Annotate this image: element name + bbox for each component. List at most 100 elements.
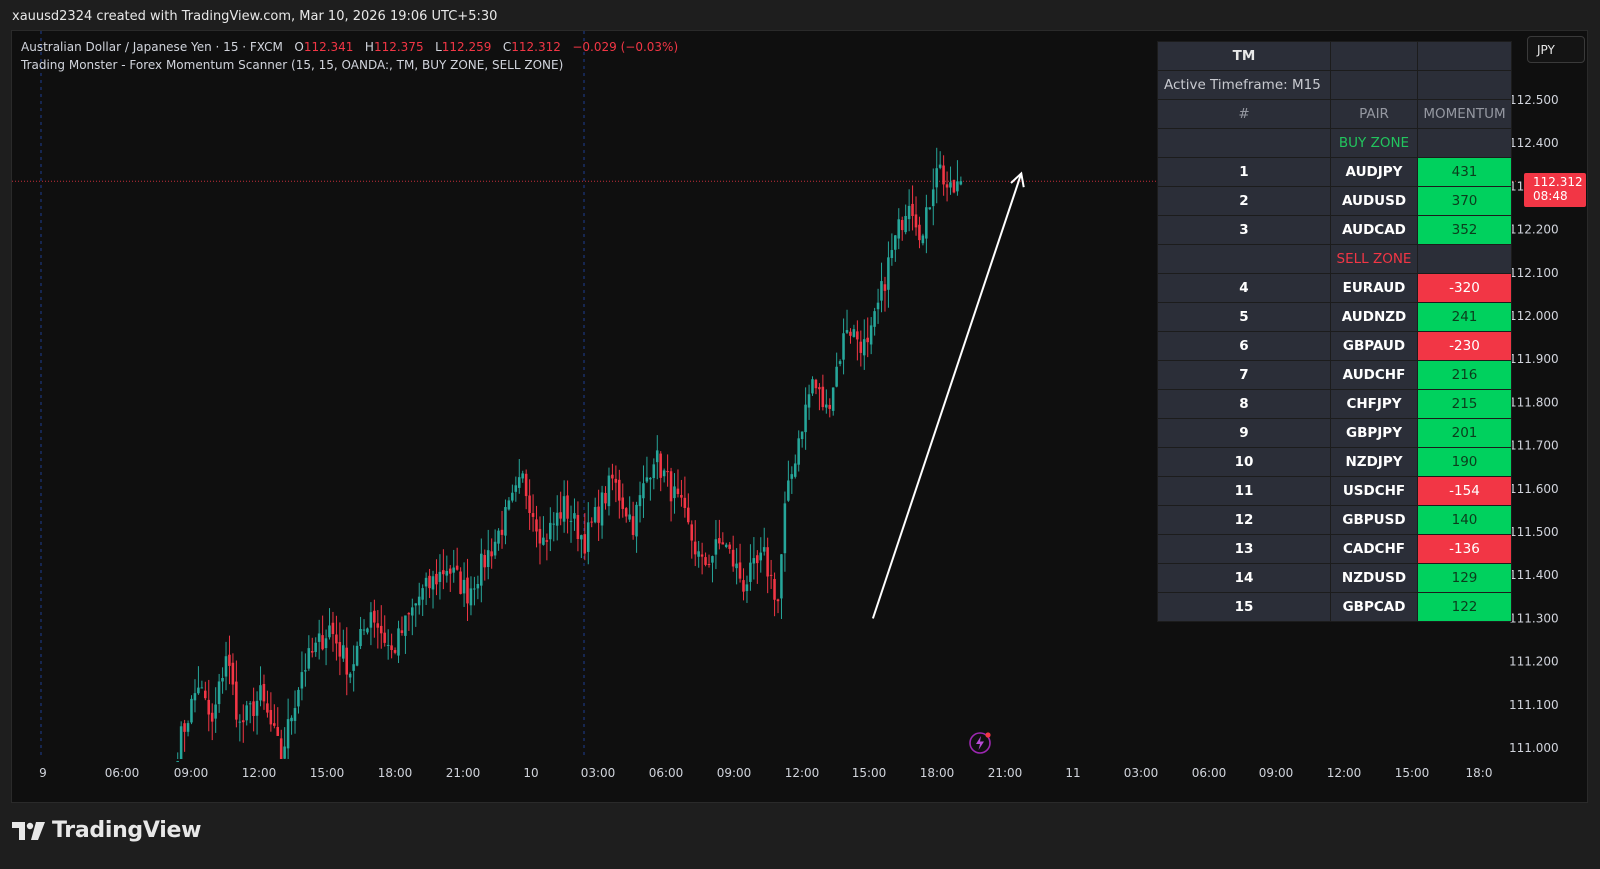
candle-body [190, 698, 193, 723]
candle [283, 727, 286, 759]
candle-body [621, 497, 624, 509]
scanner-row: 7 AUDCHF 216 [1157, 360, 1512, 390]
candle [407, 612, 411, 631]
buy-zone-row: BUY ZONE [1157, 128, 1512, 158]
tradingview-logo-icon [12, 821, 45, 840]
candle-body [614, 478, 618, 483]
scanner-row: 15 GBPCAD 122 [1157, 592, 1512, 622]
currency-button[interactable]: JPY [1527, 36, 1585, 63]
candle-body [759, 552, 762, 561]
candle-body [186, 723, 190, 732]
col-momentum: MOMENTUM [1417, 99, 1512, 129]
candle-body [852, 329, 856, 337]
candle [925, 194, 928, 254]
candle [217, 673, 221, 713]
candle-body [904, 215, 907, 233]
candle-body [469, 588, 473, 606]
pair-cell: AUDUSD [1330, 186, 1418, 216]
time-tick-label: 15:00 [852, 766, 887, 780]
candle [190, 695, 193, 725]
candle [876, 288, 880, 324]
candle-body [493, 541, 497, 556]
scanner-row: 8 CHFJPY 215 [1157, 389, 1512, 419]
candle [538, 516, 542, 565]
candle-body [887, 257, 890, 290]
candle-body [690, 524, 693, 541]
candle-body [304, 670, 307, 672]
candle [593, 497, 597, 524]
candle-body [355, 645, 359, 666]
candle [455, 547, 459, 571]
time-tick-label: 03:00 [581, 766, 616, 780]
candle-body [825, 404, 828, 408]
candle [266, 690, 269, 718]
candle [452, 549, 455, 583]
candle [459, 567, 462, 595]
candle [186, 720, 190, 737]
indicator-legend[interactable]: Trading Monster - Forex Momentum Scanner… [21, 58, 563, 72]
candle-body [880, 281, 883, 301]
candle [542, 516, 545, 546]
candle-body [693, 541, 697, 555]
candle [738, 543, 742, 583]
candle-body [248, 703, 252, 705]
time-tick-label: 21:00 [988, 766, 1023, 780]
candle [631, 501, 635, 540]
candle-body [183, 723, 186, 732]
time-tick-label: 06:00 [105, 766, 140, 780]
candle [231, 653, 235, 696]
candle [894, 234, 897, 262]
candle [604, 486, 607, 510]
candle-body [897, 219, 900, 239]
candle [411, 598, 414, 636]
candle [331, 611, 335, 652]
candle-body [711, 556, 714, 563]
candle [417, 582, 421, 615]
candle-body [611, 474, 614, 479]
candle [724, 542, 728, 549]
candle [873, 307, 876, 336]
candle-body [321, 635, 324, 650]
candle [366, 627, 369, 635]
candle [473, 576, 476, 606]
candle-body [883, 284, 887, 291]
candle-body [600, 492, 604, 526]
scanner-row: 9 GBPJPY 201 [1157, 418, 1512, 448]
candle-body [424, 577, 428, 587]
candle [497, 528, 500, 551]
candle-body [921, 235, 925, 244]
candle [714, 520, 718, 570]
candle [204, 681, 207, 701]
tradingview-logo[interactable]: TradingView [12, 818, 201, 843]
symbol-legend[interactable]: Australian Dollar / Japanese Yen · 15 · … [21, 40, 678, 54]
candle [552, 512, 555, 542]
candle [500, 510, 504, 549]
candle [245, 700, 248, 726]
scanner-row: 11 USDCHF -154 [1157, 476, 1512, 506]
candle-body [728, 544, 731, 549]
price-tick-label: 112.100 [1509, 266, 1559, 280]
sell-zone-label: SELL ZONE [1330, 244, 1418, 274]
candle [897, 208, 900, 250]
candle [721, 532, 725, 545]
candle [911, 185, 914, 231]
chart-panel[interactable]: 112.500112.400112.300112.200112.100112.0… [11, 30, 1588, 803]
candle [228, 635, 231, 685]
sell-zone-blank [1417, 244, 1512, 274]
candle [697, 540, 700, 568]
candle-body [504, 507, 507, 536]
time-tick-label: 03:00 [1124, 766, 1159, 780]
candle-body [624, 508, 628, 517]
candle-body [217, 681, 221, 705]
time-tick-label: 18:00 [378, 766, 413, 780]
candle-body [310, 651, 314, 653]
candle [790, 466, 794, 494]
price-tick-label: 111.300 [1509, 611, 1559, 625]
candle-body [700, 554, 704, 557]
candle-body [297, 689, 300, 707]
candle [676, 469, 680, 498]
candle-body [828, 404, 831, 409]
candle-body [324, 638, 328, 649]
candle [642, 465, 645, 518]
lightning-icon[interactable] [967, 730, 993, 756]
